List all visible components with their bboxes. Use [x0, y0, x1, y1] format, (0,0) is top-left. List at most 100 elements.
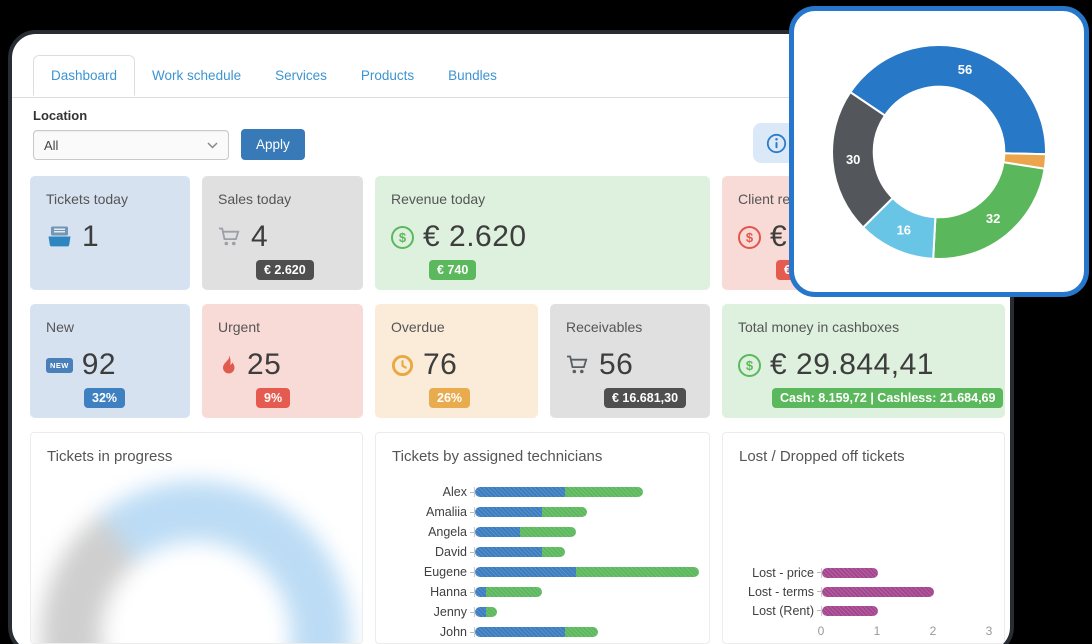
card-title: Sales today — [218, 191, 347, 207]
x-axis-tick-label: 2 — [930, 624, 937, 638]
bar-row-label: Eugene — [392, 565, 470, 579]
bar-row: Eugene — [392, 562, 699, 582]
chart-title: Tickets by assigned technicians — [392, 448, 693, 465]
tab-dashboard[interactable]: Dashboard — [33, 55, 135, 96]
bar-row-label: Hanna — [392, 585, 470, 599]
card-urgent: Urgent 25 9% — [202, 304, 363, 418]
card-tickets-in-progress: Tickets in progress — [30, 432, 363, 644]
location-select-value: All — [44, 138, 58, 153]
card-receivables: Receivables 56 € 16.681,30 — [550, 304, 710, 418]
bar-row: Lost (Rent) — [739, 601, 994, 620]
bar-row: David — [392, 542, 699, 562]
bar-row: Jenny — [392, 602, 699, 622]
clock-icon — [391, 354, 414, 377]
dollar-circle-icon: $ — [738, 226, 761, 249]
dollar-circle-icon: $ — [738, 354, 761, 377]
status-donut-chart: 56321630 — [795, 13, 1083, 291]
x-axis-tick-label: 0 — [818, 624, 825, 638]
bar-segment-green — [542, 507, 587, 517]
card-value: 4 — [251, 220, 268, 254]
card-title: Total money in cashboxes — [738, 319, 989, 335]
bar-segment-blue — [475, 567, 576, 577]
donut-segment — [850, 45, 1046, 154]
bar-segment-green — [576, 567, 699, 577]
bar-segment-green — [565, 627, 599, 637]
bar-segment-green — [542, 547, 564, 557]
card-revenue-today: Revenue today $ € 2.620 € 740 — [375, 176, 710, 290]
card-value: 1 — [82, 220, 99, 254]
card-lost-tickets-chart: Lost / Dropped off tickets Lost - price … — [722, 432, 1005, 644]
bar-row: Hanna — [392, 582, 699, 602]
card-badge: € 2.620 — [256, 260, 314, 280]
card-overdue: Overdue 76 26% — [375, 304, 538, 418]
technicians-bar-chart: Alex Amaliia Angela David — [392, 482, 699, 642]
bar-row-label: Angela — [392, 525, 470, 539]
bar-segment-blue — [475, 507, 542, 517]
donut-segment-label: 30 — [846, 152, 860, 167]
card-title: Urgent — [218, 319, 347, 335]
card-value: 56 — [599, 348, 633, 382]
card-badge: € 16.681,30 — [604, 388, 686, 408]
bar-row: Amaliia — [392, 502, 699, 522]
cart-icon — [218, 227, 242, 247]
card-sales-today: Sales today 4 € 2.620 — [202, 176, 363, 290]
bar-segment — [822, 606, 878, 616]
x-axis: 0123 — [739, 624, 994, 640]
bar-row-label: Jenny — [392, 605, 470, 619]
tickets-in-progress-chart — [41, 481, 351, 644]
chevron-down-icon — [207, 142, 218, 149]
bar-row: John — [392, 622, 699, 642]
card-badge: € 740 — [429, 260, 476, 280]
bar-segment-blue — [475, 587, 486, 597]
page-background: { "tabs": ["Dashboard", "Work schedule",… — [0, 0, 1092, 644]
card-badge: 9% — [256, 388, 290, 408]
flame-icon — [218, 353, 238, 377]
card-total-money: Total money in cashboxes $ € 29.844,41 C… — [722, 304, 1005, 418]
bar-segment — [822, 587, 934, 597]
chart-cards-row: Tickets in progress Tickets by assigned … — [30, 432, 1005, 644]
tab-work-schedule[interactable]: Work schedule — [135, 56, 258, 95]
apply-button[interactable]: Apply — [241, 129, 305, 160]
bar-segment — [822, 568, 878, 578]
card-value: 92 — [82, 348, 116, 382]
tab-bundles[interactable]: Bundles — [431, 56, 514, 95]
card-value: € 29.844,41 — [770, 348, 934, 382]
bar-segment-green — [565, 487, 643, 497]
status-donut-card: 56321630 — [789, 6, 1089, 297]
bar-row-label: David — [392, 545, 470, 559]
dollar-circle-icon: $ — [391, 226, 414, 249]
bar-row-label: Lost - price — [739, 566, 817, 580]
card-new: New NEW 92 32% — [30, 304, 190, 418]
bar-row-label: John — [392, 625, 470, 639]
location-select[interactable]: All — [33, 130, 229, 160]
donut-segment-label: 32 — [986, 211, 1000, 226]
bar-row-label: Alex — [392, 485, 470, 499]
bar-row-label: Amaliia — [392, 505, 470, 519]
x-axis-tick-label: 1 — [874, 624, 881, 638]
bar-row: Lost - price — [739, 563, 994, 582]
card-title: Tickets today — [46, 191, 174, 207]
cart-icon — [566, 355, 590, 375]
new-chip-icon: NEW — [46, 358, 73, 373]
info-icon — [765, 132, 788, 155]
card-title: Receivables — [566, 319, 694, 335]
bar-row: Alex — [392, 482, 699, 502]
donut-segment-label: 56 — [958, 61, 972, 76]
bar-segment-green — [520, 527, 576, 537]
bar-segment-blue — [475, 527, 520, 537]
card-value: € 2.620 — [423, 220, 527, 254]
card-technicians-chart: Tickets by assigned technicians Alex Ama… — [375, 432, 710, 644]
card-badge: Cash: 8.159,72 | Cashless: 21.684,69 — [772, 388, 1003, 408]
bar-segment-blue — [475, 627, 565, 637]
card-title: Revenue today — [391, 191, 694, 207]
bar-segment-blue — [475, 607, 486, 617]
chart-title: Lost / Dropped off tickets — [739, 448, 988, 465]
location-label: Location — [33, 108, 87, 123]
inbox-icon — [46, 226, 73, 248]
tab-products[interactable]: Products — [344, 56, 431, 95]
bar-row-label: Lost (Rent) — [739, 604, 817, 618]
bar-segment-blue — [475, 547, 542, 557]
bar-segment-blue — [475, 487, 565, 497]
card-title: New — [46, 319, 174, 335]
tab-services[interactable]: Services — [258, 56, 344, 95]
